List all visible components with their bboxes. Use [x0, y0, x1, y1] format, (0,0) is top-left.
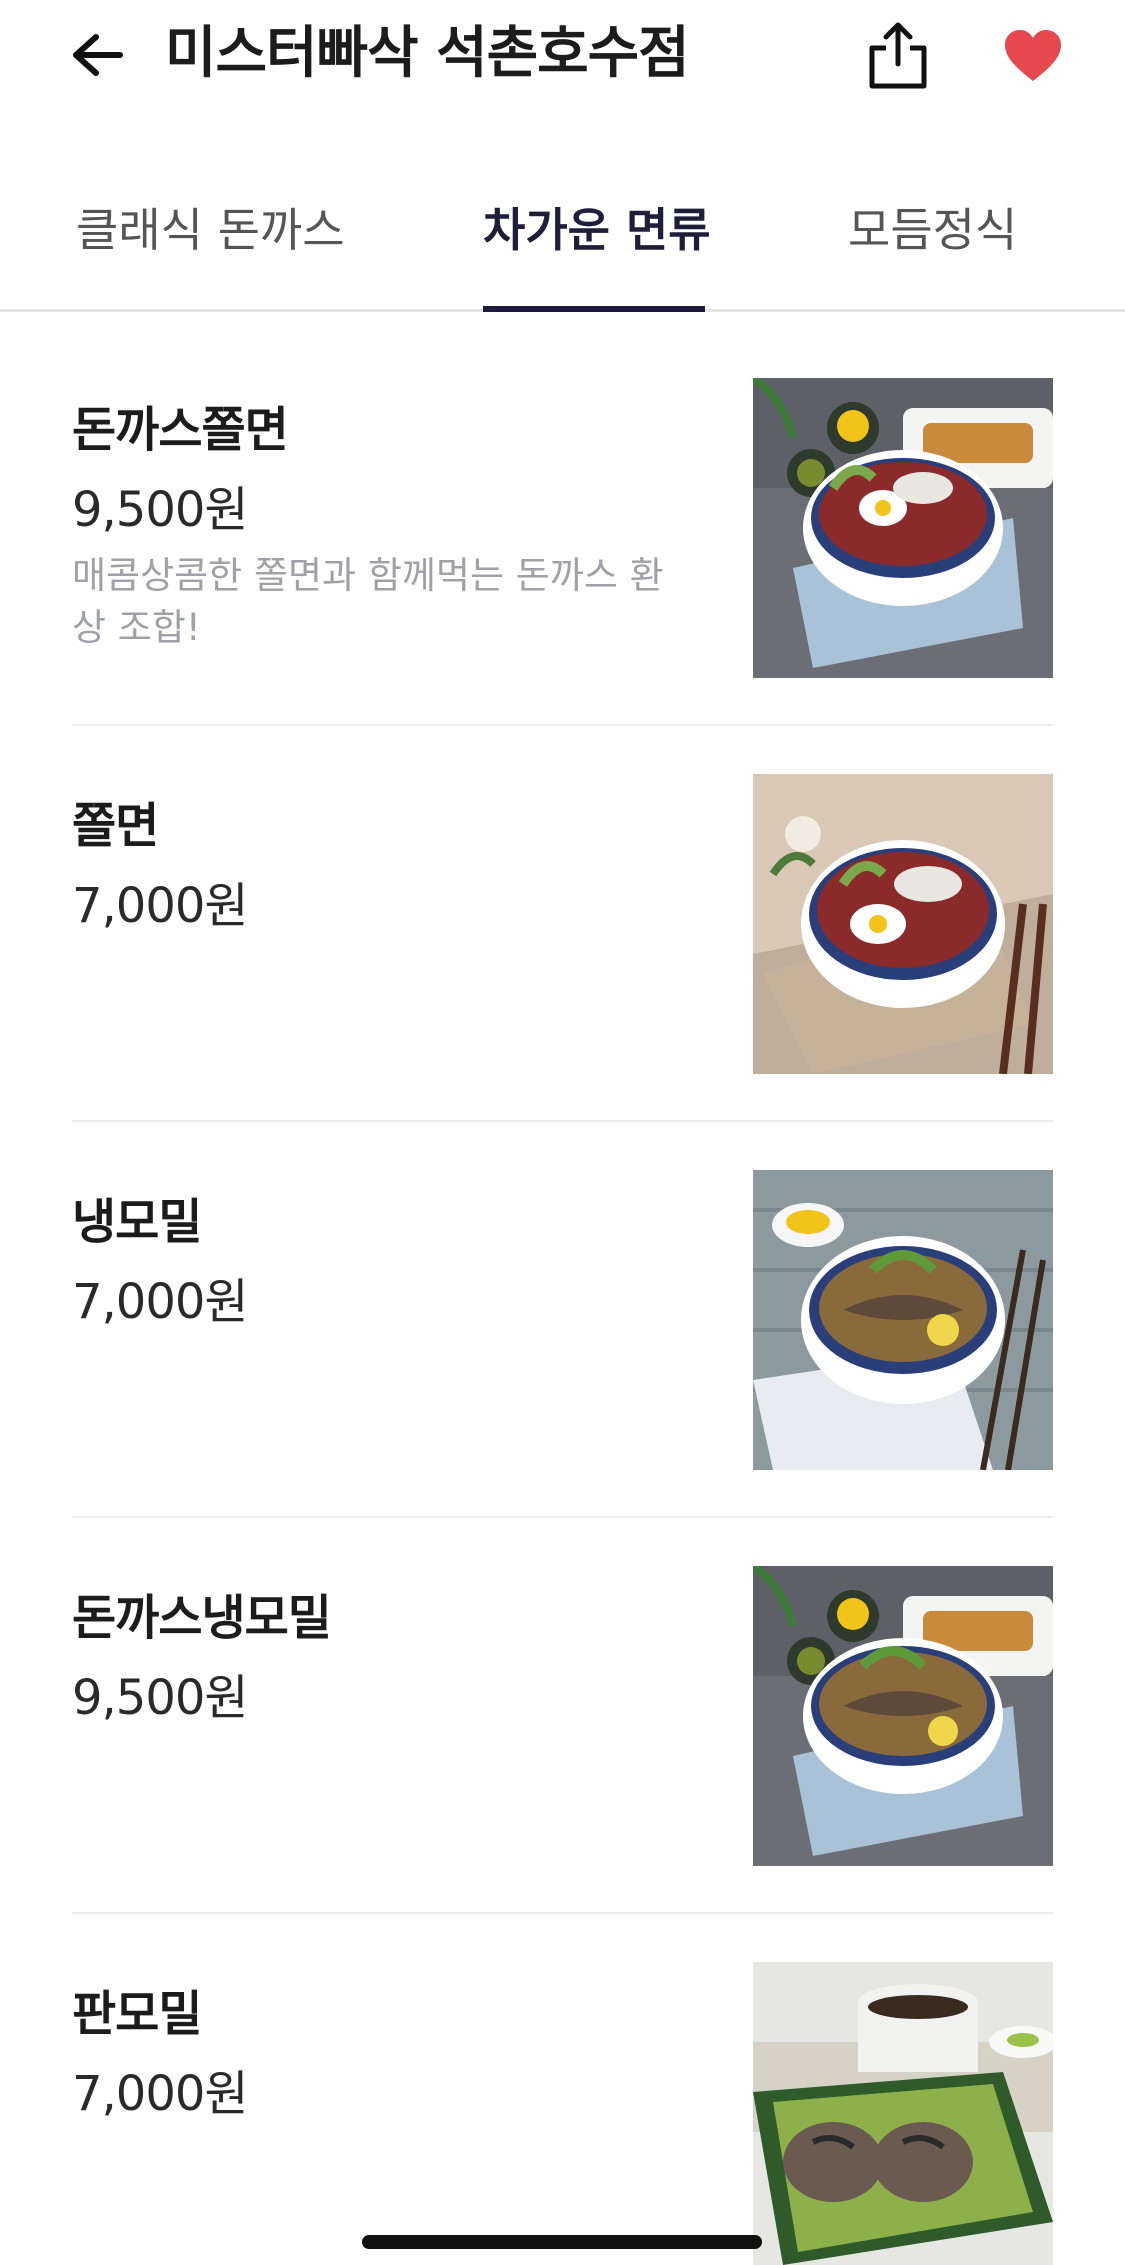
tonkatsu-cold-soba-photo	[753, 1566, 1053, 1866]
home-indicator[interactable]	[362, 2235, 762, 2249]
menu-item-name: 냉모밀	[72, 1194, 202, 1250]
menu-item-tonkatsu-cold-soba[interactable]: 돈까스냉모밀 9,500원	[72, 1566, 1053, 1962]
menu-item-price: 7,000원	[72, 878, 249, 934]
tab-classic-tonkatsu[interactable]: 클래식 돈까스	[76, 200, 345, 260]
tab-cold-noodles[interactable]: 차가운 면류	[483, 200, 711, 260]
divider	[72, 1516, 1053, 1518]
menu-item-tonkatsu-jjolmyeon[interactable]: 돈까스쫄면 9,500원 매콤상콤한 쫄면과 함께먹는 돈까스 환상 조합!	[72, 378, 1053, 774]
menu-item-price: 7,000원	[72, 1274, 249, 1330]
menu-item-cold-soba[interactable]: 냉모밀 7,000원	[72, 1170, 1053, 1566]
arrow-left-icon	[73, 34, 123, 76]
category-tabs: 클래식 돈까스 차가운 면류 모듬정식	[0, 180, 1125, 312]
heart-icon	[1004, 29, 1061, 81]
back-button[interactable]	[62, 20, 132, 90]
active-tab-indicator	[483, 306, 705, 312]
menu-item-name: 쫄면	[72, 798, 159, 854]
menu-item-jjolmyeon[interactable]: 쫄면 7,000원	[72, 774, 1053, 1170]
tab-combo-set[interactable]: 모듬정식	[848, 200, 1017, 260]
menu-item-price: 7,000원	[72, 2066, 249, 2122]
favorite-button[interactable]	[995, 18, 1070, 93]
divider	[72, 1912, 1053, 1914]
divider	[72, 724, 1053, 726]
menu-item-name: 판모밀	[72, 1986, 202, 2042]
menu-item-price: 9,500원	[72, 482, 249, 538]
menu-item-pan-soba[interactable]: 판모밀 7,000원	[72, 1962, 1053, 2265]
menu-item-price: 9,500원	[72, 1670, 249, 1726]
divider	[72, 1120, 1053, 1122]
cold-soba-photo	[753, 1170, 1053, 1470]
share-icon	[869, 22, 926, 89]
page-title: 미스터빠삭 석촌호수점	[165, 21, 690, 86]
header-bar: 미스터빠삭 석촌호수점	[0, 0, 1125, 120]
share-button[interactable]	[860, 15, 935, 95]
menu-item-description: 매콤상콤한 쫄면과 함께먹는 돈까스 환상 조합!	[72, 554, 664, 649]
pan-soba-photo	[753, 1962, 1053, 2265]
jjolmyeon-photo	[753, 774, 1053, 1074]
menu-item-name: 돈까스쫄면	[72, 402, 289, 458]
tonkatsu-jjolmyeon-photo	[753, 378, 1053, 678]
menu-item-name: 돈까스냉모밀	[72, 1590, 332, 1646]
